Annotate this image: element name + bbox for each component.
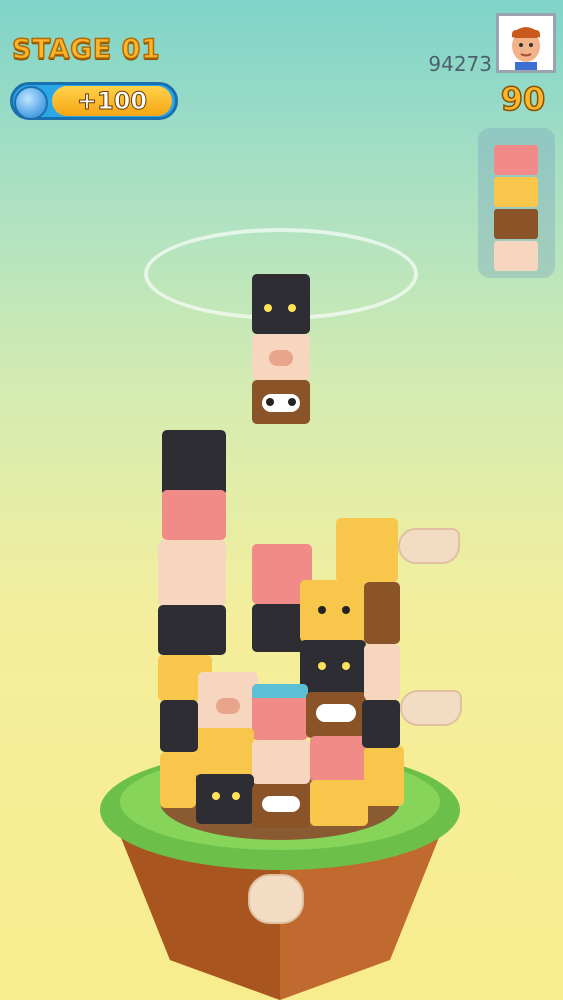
tower-block-dark (158, 605, 226, 655)
tower-block-pig (198, 672, 258, 730)
tower-block-raccoon (306, 692, 366, 738)
moves-counter: 90 (500, 79, 546, 119)
falling-block-pig (252, 334, 310, 380)
tutorial-hand-icon (398, 528, 460, 564)
tower-block-chick (300, 580, 366, 642)
tower-block-yellow (364, 746, 404, 806)
avatar-face-icon (499, 16, 553, 70)
tower-block-pink (162, 490, 226, 540)
coin-orb-icon (14, 86, 48, 120)
tower-block-dark (160, 700, 198, 752)
tower-block-cat (196, 774, 254, 824)
tower-block-pig-pink (310, 736, 370, 782)
next-block-chick (494, 177, 538, 207)
next-block-pig (494, 241, 538, 271)
player-avatar-icon[interactable] (496, 13, 556, 73)
next-block-raccoon (494, 209, 538, 239)
next-block-pig (494, 145, 538, 175)
tower-block-dark (162, 430, 226, 496)
tower-block-chick (194, 728, 254, 776)
tower-block-cream (364, 644, 400, 700)
stage-title: STAGE 01 (11, 33, 161, 66)
tower-block-yellow (160, 752, 196, 808)
tower-block-yellow (336, 518, 398, 582)
falling-block-cat[interactable] (252, 274, 310, 334)
tutorial-hand-icon (248, 874, 304, 924)
tutorial-hand-icon (400, 690, 462, 726)
tower-block-brown (364, 582, 400, 644)
tower-block-pig-pink (252, 684, 308, 740)
tower-block-cream (158, 540, 226, 606)
score-value: 94273 (428, 52, 492, 76)
tower-block-chick (310, 780, 368, 826)
tower-block-pig (252, 740, 310, 784)
tower-block-cat (300, 640, 366, 694)
reward-label: +100 (76, 87, 148, 116)
tower-block-raccoon (252, 784, 310, 828)
tower-block-dark (362, 700, 400, 748)
falling-block-raccoon (252, 380, 310, 424)
